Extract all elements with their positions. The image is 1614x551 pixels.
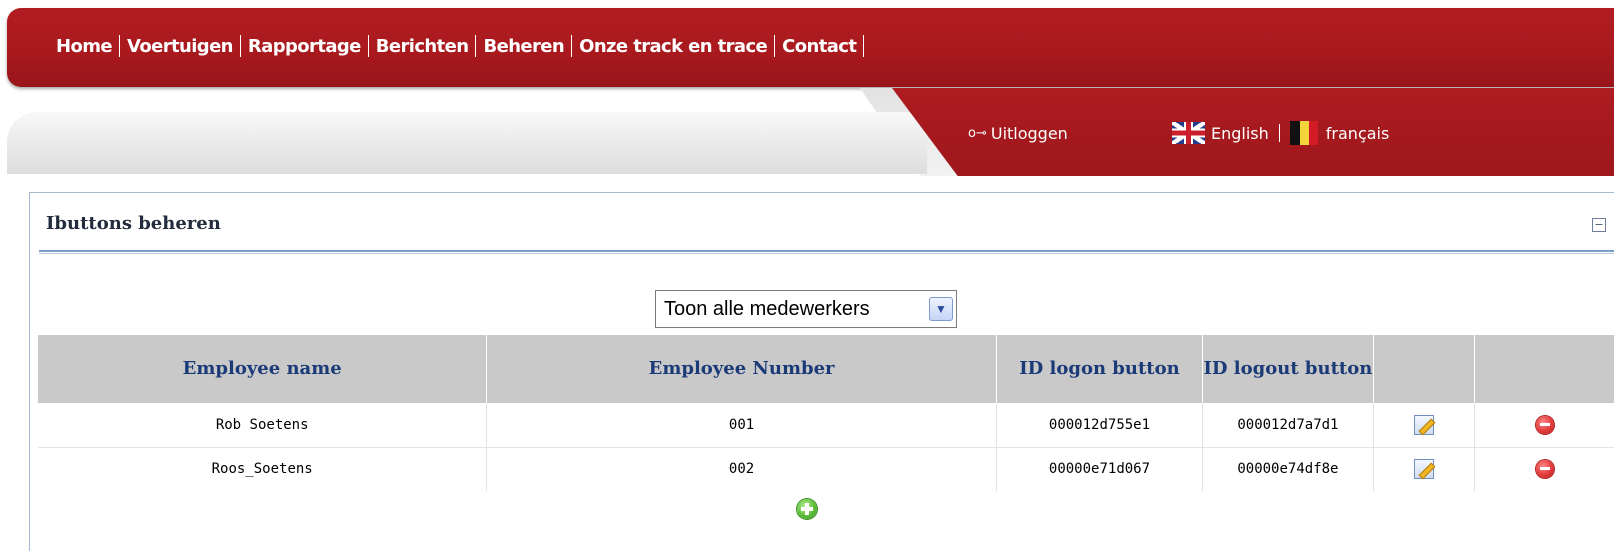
nav-separator xyxy=(367,35,369,57)
nav-rapportage[interactable]: Rapportage xyxy=(248,36,361,57)
cell-id-logout: 000012d7a7d1 xyxy=(1202,403,1374,448)
panel-divider xyxy=(39,250,1614,254)
nav-separator xyxy=(863,35,865,57)
edit-icon[interactable] xyxy=(1413,459,1434,480)
table-row: Rob Soetens 001 000012d755e1 000012d7a7d… xyxy=(38,403,1614,448)
nav-track-en-trace[interactable]: Onze track en trace xyxy=(579,36,768,57)
cell-delete xyxy=(1474,403,1614,448)
key-icon: o⊸ xyxy=(968,126,987,141)
language-separator xyxy=(1278,124,1280,142)
nav-berichten[interactable]: Berichten xyxy=(376,36,469,57)
ibuttons-table: Employee name Employee Number ID logon b… xyxy=(38,335,1614,491)
cell-employee-number: 002 xyxy=(486,447,997,491)
edit-icon[interactable] xyxy=(1413,414,1434,435)
nav-separator xyxy=(119,35,120,57)
chevron-down-icon[interactable]: ▼ xyxy=(929,297,953,321)
add-employee-icon[interactable] xyxy=(797,499,817,519)
cell-employee-number: 001 xyxy=(486,403,997,448)
nav-separator xyxy=(475,35,477,57)
nav-separator xyxy=(571,35,573,57)
nav-beheren[interactable]: Beheren xyxy=(483,36,564,57)
column-header-id-logon: ID logon button xyxy=(996,335,1204,403)
language-english[interactable]: English xyxy=(1211,124,1269,143)
nav-contact[interactable]: Contact xyxy=(782,36,857,57)
delete-icon[interactable] xyxy=(1535,415,1554,434)
nav-separator xyxy=(239,35,241,57)
table-row: Roos_Soetens 002 00000e71d067 00000e74df… xyxy=(38,447,1614,491)
language-french[interactable]: français xyxy=(1326,124,1390,143)
delete-icon[interactable] xyxy=(1535,460,1554,479)
uk-flag-icon[interactable] xyxy=(1172,122,1205,144)
cell-delete xyxy=(1475,447,1614,491)
filter-selected-value: Toon alle medewerkers xyxy=(664,297,870,320)
cell-id-logout: 00000e74df8e xyxy=(1202,447,1374,491)
cell-id-logon: 000012d755e1 xyxy=(996,403,1204,448)
cell-edit xyxy=(1373,447,1476,491)
table-header-row: Employee name Employee Number ID logon b… xyxy=(38,335,1614,403)
column-header-edit xyxy=(1373,335,1476,403)
panel-title: Ibuttons beheren xyxy=(46,213,221,234)
nav-voertuigen[interactable]: Voertuigen xyxy=(127,36,234,57)
language-switcher: English français xyxy=(1172,121,1389,145)
employee-filter-select[interactable]: Toon alle medewerkers ▼ xyxy=(655,290,957,328)
logout-label: Uitloggen xyxy=(990,124,1068,143)
column-header-delete xyxy=(1474,335,1614,403)
column-header-employee-name: Employee name xyxy=(38,335,488,403)
cell-id-logon: 00000e71d067 xyxy=(996,447,1204,491)
belgium-flag-icon[interactable] xyxy=(1289,121,1318,145)
column-header-employee-number: Employee Number xyxy=(486,335,997,403)
header-tab xyxy=(7,112,927,174)
logout-link[interactable]: o⊸ Uitloggen xyxy=(968,124,1068,143)
cell-edit xyxy=(1373,403,1476,448)
collapse-icon[interactable]: − xyxy=(1592,218,1606,232)
main-nav-bar: Home Voertuigen Rapportage Berichten Beh… xyxy=(7,8,1614,87)
cell-employee-name: Roos_Soetens xyxy=(38,447,488,491)
column-header-id-logout: ID logout button xyxy=(1202,335,1374,403)
main-nav: Home Voertuigen Rapportage Berichten Beh… xyxy=(56,35,871,57)
nav-separator xyxy=(774,35,776,57)
cell-employee-name: Rob Soetens xyxy=(38,403,488,448)
nav-home[interactable]: Home xyxy=(56,36,113,57)
